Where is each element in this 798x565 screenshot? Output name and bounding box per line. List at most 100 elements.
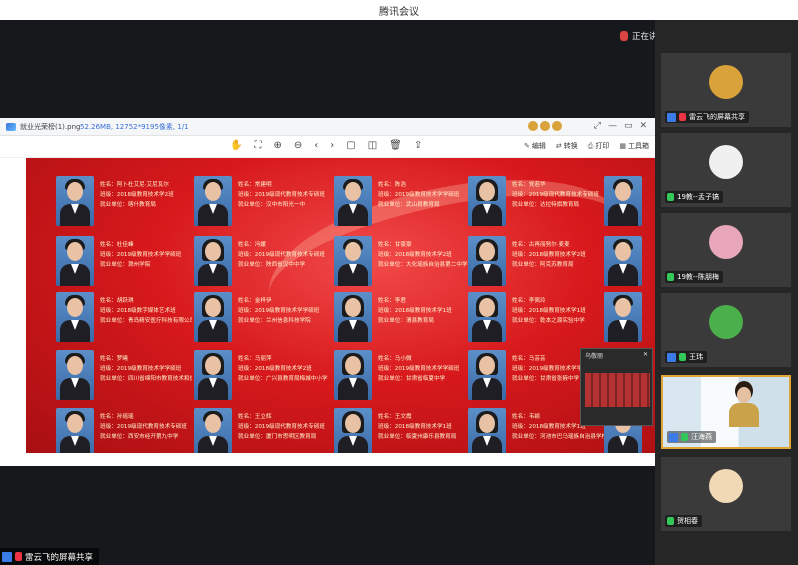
previous-icon[interactable]: ‹ — [314, 140, 318, 151]
graduate-unit: 就业单位：汉中市阳光一中 — [238, 202, 306, 208]
graduate-class: 班级：2018级教育技术学1班 — [378, 424, 452, 430]
participant-tile[interactable]: 汪海燕 — [661, 375, 791, 449]
minimize-icon[interactable]: — — [608, 121, 617, 131]
viewer-logo-icon — [6, 123, 16, 131]
copy-icon[interactable]: ◫ — [368, 140, 377, 151]
graduate-unit: 就业单位：滁州学院 — [100, 262, 151, 268]
toolbar-action-0[interactable]: ✎ 编辑 — [524, 141, 546, 151]
graduate-photo — [56, 350, 94, 400]
delete-icon[interactable]: 🗑 — [389, 140, 402, 151]
graduate-unit: 就业单位：临夏州康乐县教育局 — [378, 434, 457, 440]
graduate-card: 姓名：王立辉 班级：2019级现代教育技术专硕班 就业单位：厦门市思明区教育局 — [194, 408, 325, 453]
close-icon[interactable]: ✕ — [643, 351, 648, 359]
user-icon — [667, 112, 676, 122]
graduate-photo — [334, 350, 372, 400]
graduate-card: 姓名：马芸芸 班级：2019级教育技术学学硕班 就业单位：甘肃省张掖中学 — [468, 350, 598, 402]
zoom-out-icon[interactable]: ⊖ — [294, 140, 302, 151]
file-name: 就业光荣榜(1).png — [20, 123, 81, 131]
graduate-class: 班级：2018级数字媒体艺术班 — [100, 308, 176, 314]
graduate-photo — [468, 236, 506, 286]
participant-tile[interactable]: 王玮 — [661, 293, 791, 367]
fit-screen-icon[interactable]: ⛶ — [254, 140, 261, 151]
graduate-card: 姓名：冯媛 班级：2019级现代教育技术专硕班 就业单位：陕西省汉中中学 — [194, 236, 325, 288]
graduate-photo — [604, 292, 642, 342]
share-icon[interactable]: ⇪ — [414, 140, 422, 151]
close-icon[interactable]: ✕ — [639, 121, 647, 131]
graduate-name: 姓名：冯媛 — [238, 242, 266, 248]
next-icon[interactable]: › — [330, 140, 334, 151]
graduate-unit: 就业单位：达拉特旗教育局 — [512, 202, 580, 208]
graduate-card: 姓名：孙瑶瑶 班级：2019级现代教育技术专硕班 就业单位：西安市经开第九中学 — [56, 408, 187, 453]
microphone-icon — [681, 433, 688, 441]
graduate-photo — [56, 176, 94, 226]
participant-tile[interactable]: 贺相春 — [661, 457, 791, 531]
graduate-unit: 就业单位：兰州信息科技学院 — [238, 318, 311, 324]
graduate-photo — [334, 292, 372, 342]
action-icon: ▦ — [619, 142, 626, 150]
user-icon — [2, 551, 12, 562]
shared-image-viewer: 就业光荣榜(1).png 52.26MB, 12752*9195像素, 1/1 … — [0, 118, 655, 466]
graduate-card: 姓名：李君 班级：2018级教育技术学1班 就业单位：渭县教育局 — [334, 292, 464, 344]
hand-tool-icon[interactable]: ✋ — [230, 140, 242, 151]
fullscreen-icon[interactable]: ⤢ — [594, 121, 601, 131]
graduate-info: 姓名：王文霞 班级：2018级教育技术学1班 就业单位：临夏州康乐县教育局 — [378, 412, 470, 442]
participant-tile[interactable]: 雷云飞的屏幕共享 — [661, 53, 791, 127]
zoom-in-icon[interactable]: ⊕ — [273, 140, 281, 151]
graduate-name: 姓名：孙瑶瑶 — [100, 414, 134, 420]
floating-video-window[interactable]: 乌敬丽 ✕ — [580, 348, 653, 426]
graduate-name: 姓名：马丽萍 — [238, 356, 272, 362]
graduate-card: 姓名：杜佳峰 班级：2019级教育技术学学硕班 就业单位：滁州学院 — [56, 236, 186, 288]
graduate-unit: 就业单位：大化瑶族自治县第二中学（西校区） — [378, 262, 470, 268]
participant-tile[interactable]: 19教--孟子镐 — [661, 133, 791, 207]
user-icon — [667, 352, 676, 362]
floating-window-content — [585, 373, 650, 407]
toolbar-action-1[interactable]: ⇄ 转换 — [556, 141, 578, 151]
graduate-class: 班级：2019级现代教育技术专硕班 — [238, 192, 325, 198]
toolbar-action-3[interactable]: ▦ 工具箱 — [619, 141, 649, 151]
graduate-name: 姓名：王立辉 — [238, 414, 272, 420]
graduate-photo — [56, 236, 94, 286]
rotate-icon[interactable]: ▢ — [346, 140, 355, 151]
action-icon: ⇄ — [555, 142, 562, 150]
graduate-info: 姓名：胡跃琪 班级：2018级数字媒体艺术班 就业单位：青岛精安医疗科技有限公司 — [100, 296, 192, 326]
graduate-unit: 就业单位：乾本之源实验中学 — [512, 318, 585, 324]
app-titlebar: 腾讯会议 — [0, 0, 798, 20]
viewer-badges — [528, 121, 562, 131]
graduate-info: 姓名：金梓伊 班级：2019级教育技术学学硕班 就业单位：兰州信息科技学院 — [238, 296, 330, 326]
maximize-icon[interactable]: ▭ — [624, 121, 633, 131]
graduate-card: 姓名：马小微 班级：2019级教育技术学学硕班 就业单位：甘肃省临夏中学 — [334, 350, 464, 402]
graduate-unit: 就业单位：阿克苏教育局 — [512, 262, 574, 268]
graduate-name: 姓名：陈浩 — [378, 182, 406, 188]
mic-muted-icon — [679, 113, 686, 121]
graduate-photo — [604, 176, 642, 226]
graduate-unit: 就业单位：四川省绵阳市教育技术和信息管理中心 — [100, 376, 192, 382]
participant-avatar — [709, 469, 743, 503]
graduate-name: 姓名：罗曦 — [100, 356, 128, 362]
graduate-photo — [468, 176, 506, 226]
graduate-name: 姓名：杜佳峰 — [100, 242, 134, 248]
graduate-unit: 就业单位：甘肃省临夏中学 — [378, 376, 446, 382]
graduate-info: 姓名：党若华 班级：2019级现代教育技术专硕班 就业单位：达拉特旗教育局 — [512, 180, 604, 210]
toolbar-action-2[interactable]: ⎙ 打印 — [588, 141, 610, 151]
graduate-name: 姓名：王文霞 — [378, 414, 412, 420]
graduate-name: 姓名：甘豪豪 — [378, 242, 412, 248]
microphone-icon — [667, 193, 674, 201]
participant-tile[interactable]: 19教--陈朋梅 — [661, 213, 791, 287]
graduate-card: 姓名：马丽萍 班级：2018级教育技术学2班 就业单位：广兴县教育局梅城中小学 — [194, 350, 328, 402]
user-icon — [669, 432, 678, 442]
participant-label: 贺相春 — [665, 515, 702, 527]
graduate-unit: 就业单位：陕西省汉中中学 — [238, 262, 306, 268]
graduate-class: 班级：2018级教育技术学2班 — [100, 192, 174, 198]
graduate-info: 姓名：甘豪豪 班级：2018级教育技术学2班 就业单位：大化瑶族自治县第二中学（… — [378, 240, 470, 270]
graduate-class: 班级：2018级教育技术学1班 — [378, 308, 452, 314]
participant-avatar — [709, 305, 743, 339]
graduate-class: 班级：2019级教育技术学学硕班 — [238, 308, 320, 314]
graduate-name: 姓名：李佩玲 — [512, 298, 546, 304]
graduate-info: 姓名：孙瑶瑶 班级：2019级现代教育技术专硕班 就业单位：西安市经开第九中学 — [100, 412, 192, 442]
participant-panel: 雷云飞的屏幕共享 19教--孟子镐 19教--陈朋梅 王玮 汪海燕贺相春 — [655, 20, 798, 565]
graduate-card: 姓名：古再丽努尔·麦麦 班级：2018级教育技术学2班 就业单位：阿克苏教育局 — [468, 236, 598, 288]
graduate-class: 班级：2019级教育技术学学硕班 — [378, 366, 460, 372]
file-meta: 52.26MB, 12752*9195像素, 1/1 — [80, 123, 189, 131]
graduate-photo — [56, 408, 94, 453]
graduate-name: 姓名：李君 — [378, 298, 406, 304]
